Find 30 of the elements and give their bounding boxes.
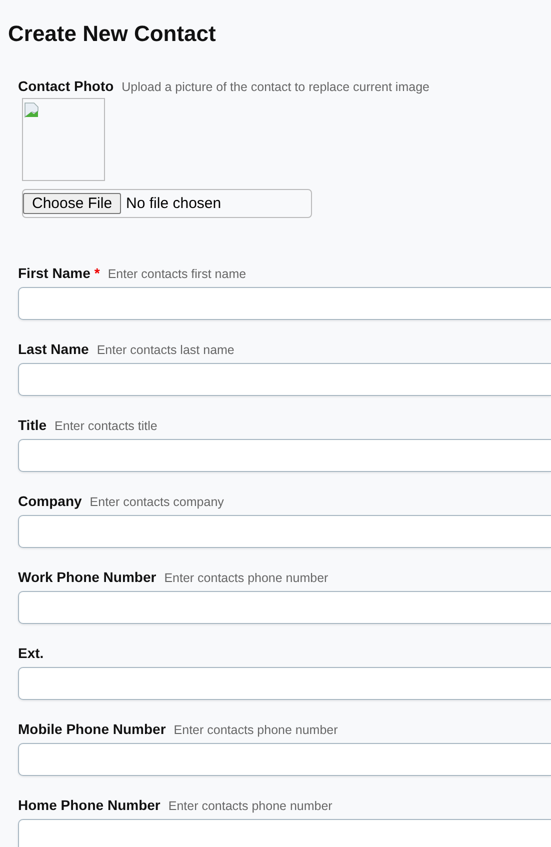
- input-field[interactable]: [18, 287, 551, 320]
- input-field[interactable]: [18, 819, 551, 847]
- field-hint: Enter contacts phone number: [164, 571, 328, 585]
- field-hint: Enter contacts last name: [96, 343, 234, 357]
- broken-image-icon: [24, 102, 40, 118]
- field-hint: Enter contacts company: [90, 495, 224, 509]
- field-hint: Enter contacts phone number: [168, 799, 332, 813]
- field-label: Ext.: [18, 645, 44, 661]
- choose-file-button[interactable]: Choose File: [23, 193, 122, 214]
- field-label: Mobile Phone Number: [18, 721, 166, 737]
- field-hint: Upload a picture of the contact to replace current image: [122, 80, 430, 94]
- field-hint: Enter contacts title: [54, 419, 158, 433]
- file-input[interactable]: Choose File No file chosen: [22, 189, 312, 218]
- input-field[interactable]: [18, 439, 551, 472]
- input-field[interactable]: [18, 743, 551, 776]
- field-label: Work Phone Number: [18, 569, 156, 585]
- field-label: Last Name: [18, 341, 89, 357]
- page-title: Create New Contact: [8, 20, 217, 48]
- field-hint: Enter contacts first name: [108, 267, 246, 281]
- field-label: First Name *: [18, 265, 100, 281]
- input-field[interactable]: [18, 363, 551, 396]
- field-label: Company: [18, 493, 82, 509]
- field-label: Title: [18, 417, 47, 433]
- file-status: No file chosen: [126, 195, 222, 212]
- input-field[interactable]: [18, 591, 551, 624]
- input-field[interactable]: [18, 667, 551, 700]
- field-label: Home Phone Number: [18, 797, 160, 813]
- input-field[interactable]: [18, 515, 551, 548]
- field-label: Contact Photo: [18, 78, 114, 94]
- field-hint: Enter contacts phone number: [174, 723, 338, 737]
